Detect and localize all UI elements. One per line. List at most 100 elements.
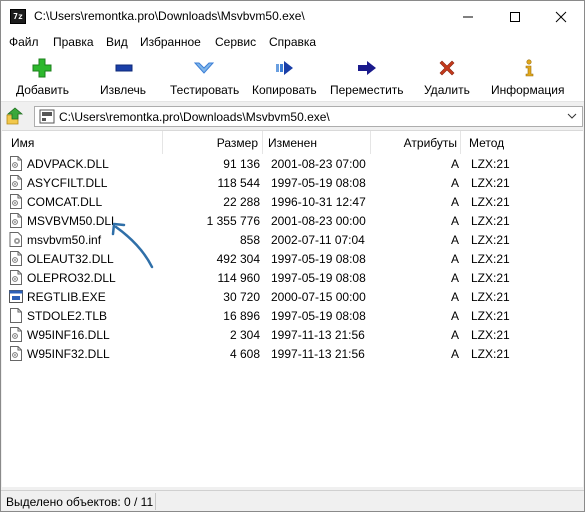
file-size: 30 720 <box>223 290 260 304</box>
blank-file-icon <box>10 308 22 323</box>
file-row[interactable]: W95INF32.DLL 4 608 1997-11-13 21:56 A LZX:21 <box>2 344 583 363</box>
dll-file-icon <box>10 194 22 209</box>
status-separator <box>155 493 156 510</box>
file-row[interactable]: ADVPACK.DLL 91 136 2001-08-23 07:00 A LZX:21 <box>2 154 583 173</box>
add-button[interactable]: Добавить <box>11 52 73 102</box>
extract-button[interactable]: Извлечь <box>95 52 153 102</box>
column-header-attributes[interactable]: Атрибуты <box>371 131 461 154</box>
delete-x-icon <box>439 60 455 76</box>
file-attributes: A <box>450 157 459 171</box>
file-row[interactable]: OLEPRO32.DLL 114 960 1997-05-19 08:08 A LZX:… <box>2 268 583 287</box>
minus-icon <box>115 64 133 72</box>
file-row[interactable]: ASYCFILT.DLL 118 544 1997-05-19 08:08 A LZX:… <box>2 173 583 192</box>
file-row[interactable]: msvbvm50.inf 858 2002-07-11 07:04 A LZX:21 <box>2 230 583 249</box>
column-header-size[interactable]: Размер <box>163 131 263 154</box>
file-name: COMCAT.DLL <box>27 195 103 209</box>
file-row[interactable]: COMCAT.DLL 22 288 1996-10-31 12:47 A LZX:21 <box>2 192 583 211</box>
menu-tools[interactable]: Сервис <box>215 35 256 49</box>
folder-up-icon[interactable] <box>6 107 24 125</box>
maximize-icon <box>510 11 520 22</box>
file-attributes: A <box>450 271 459 285</box>
file-attributes: A <box>450 328 459 342</box>
file-row[interactable]: OLEAUT32.DLL 492 304 1997-05-19 08:08 A LZX:… <box>2 249 583 268</box>
column-header-modified[interactable]: Изменен <box>263 131 371 154</box>
close-icon <box>555 11 567 22</box>
column-header-name[interactable]: Имя <box>2 131 163 154</box>
file-name: W95INF32.DLL <box>27 347 110 361</box>
file-row[interactable]: W95INF16.DLL 2 304 1997-11-13 21:56 A LZX:21 <box>2 325 583 344</box>
column-header-method[interactable]: Метод <box>461 131 583 154</box>
file-method: LZX:21 <box>471 290 510 304</box>
extract-label: Извлечь <box>100 83 147 97</box>
inf-file-icon <box>9 232 22 247</box>
minimize-button[interactable] <box>445 1 491 32</box>
dll-file-icon <box>10 270 22 285</box>
address-field[interactable]: C:\Users\remontka.pro\Downloads\Msvbvm50… <box>34 106 583 127</box>
plus-icon <box>32 58 52 78</box>
file-size: 16 896 <box>223 309 260 323</box>
maximize-button[interactable] <box>492 1 538 32</box>
file-modified: 1997-05-19 08:08 <box>271 271 366 285</box>
file-name: msvbvm50.inf <box>27 233 102 247</box>
dll-file-icon <box>10 175 22 190</box>
file-modified: 2001-08-23 07:00 <box>271 157 366 171</box>
file-method: LZX:21 <box>471 271 510 285</box>
address-path: C:\Users\remontka.pro\Downloads\Msvbvm50… <box>59 110 330 124</box>
move-button[interactable]: Переместить <box>327 52 407 102</box>
delete-button[interactable]: Удалить <box>421 52 473 102</box>
file-method: LZX:21 <box>471 328 510 342</box>
file-name: REGTLIB.EXE <box>27 290 106 304</box>
menu-favorites[interactable]: Избранное <box>140 35 201 49</box>
exe-file-icon <box>9 290 23 303</box>
file-name: W95INF16.DLL <box>27 328 110 342</box>
file-modified: 2002-07-11 07:04 <box>271 233 365 247</box>
file-size: 114 960 <box>217 271 261 285</box>
file-modified: 1997-11-13 21:56 <box>271 347 365 361</box>
file-row[interactable]: REGTLIB.EXE 30 720 2000-07-15 00:00 A LZX:21 <box>2 287 583 306</box>
menu-file[interactable]: Файл <box>9 35 39 49</box>
file-size: 2 304 <box>229 328 260 342</box>
dll-file-icon <box>10 251 22 266</box>
archive-icon <box>39 109 55 124</box>
file-size: 1 355 776 <box>206 214 260 228</box>
file-modified: 1997-05-19 08:08 <box>271 176 366 190</box>
file-size: 492 304 <box>216 252 260 266</box>
copy-button[interactable]: Копировать <box>249 52 321 102</box>
7zip-app-icon: 7z <box>10 9 26 24</box>
info-icon <box>525 59 534 77</box>
info-label: Информация <box>491 83 565 97</box>
file-method: LZX:21 <box>471 233 510 247</box>
test-checkmark-icon <box>193 62 215 74</box>
file-row[interactable]: MSVBVM50.DLL 1 355 776 2001-08-23 00:00 A LZ… <box>2 211 583 230</box>
file-attributes: A <box>450 195 459 209</box>
file-method: LZX:21 <box>471 195 510 209</box>
address-bar: C:\Users\remontka.pro\Downloads\Msvbvm50… <box>1 103 584 129</box>
dll-file-icon <box>10 213 22 228</box>
file-attributes: A <box>450 176 459 190</box>
menu-view[interactable]: Вид <box>106 35 128 49</box>
test-button[interactable]: Тестировать <box>167 52 241 102</box>
menu-help[interactable]: Справка <box>269 35 316 49</box>
minimize-icon <box>463 16 473 17</box>
test-label: Тестировать <box>170 83 240 97</box>
file-size: 118 544 <box>217 176 261 190</box>
file-attributes: A <box>450 290 459 304</box>
file-name: OLEAUT32.DLL <box>27 252 114 266</box>
close-button[interactable] <box>538 1 584 32</box>
file-modified: 2001-08-23 00:00 <box>271 214 366 228</box>
info-button[interactable]: Информация <box>489 52 569 102</box>
file-name: OLEPRO32.DLL <box>27 271 116 285</box>
menu-edit[interactable]: Правка <box>53 35 94 49</box>
file-row[interactable]: STDOLE2.TLB 16 896 1997-05-19 08:08 A LZX:21 <box>2 306 583 325</box>
file-attributes: A <box>450 252 459 266</box>
file-size: 91 136 <box>223 157 260 171</box>
delete-label: Удалить <box>424 83 470 97</box>
dll-file-icon <box>10 327 22 342</box>
selection-status: Выделено объектов: 0 / 11 <box>6 495 154 509</box>
title-bar: 7z C:\Users\remontka.pro\Downloads\Msvbv… <box>1 1 584 32</box>
file-name: ADVPACK.DLL <box>27 157 109 171</box>
file-method: LZX:21 <box>471 176 510 190</box>
chevron-down-icon[interactable] <box>567 110 577 122</box>
file-name: ASYCFILT.DLL <box>27 176 108 190</box>
file-modified: 1997-05-19 08:08 <box>271 252 366 266</box>
